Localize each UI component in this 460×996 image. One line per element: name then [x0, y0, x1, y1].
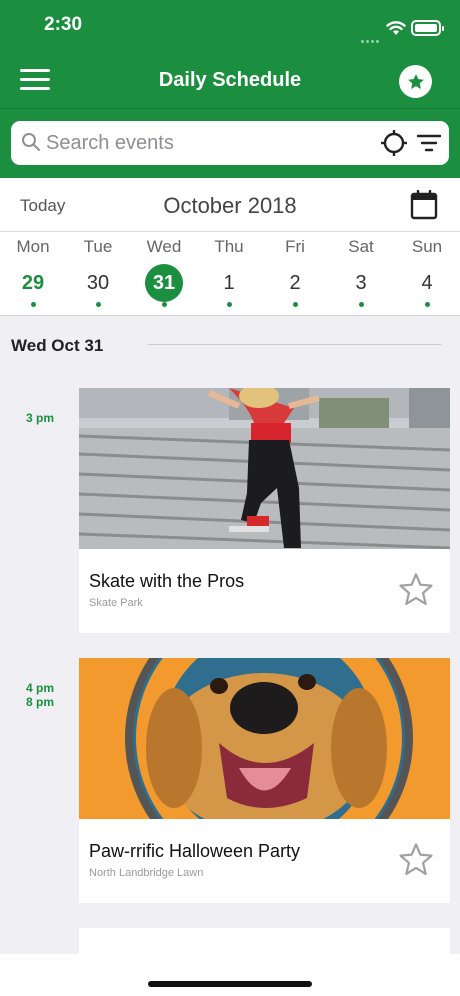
day-sun[interactable]: Sun 4 [394, 232, 460, 316]
favorite-star-icon[interactable] [397, 572, 435, 613]
day-mon[interactable]: Mon 29 [0, 232, 66, 316]
day-number: 4 [421, 272, 433, 294]
search-bar-container [0, 108, 460, 178]
event-dot [96, 302, 101, 307]
event-dot [162, 302, 167, 307]
search-icon [21, 132, 41, 157]
event-image-skateboarder [79, 388, 450, 549]
event-start-time: 4 pm [25, 681, 54, 695]
month-title: October 2018 [163, 193, 297, 218]
event-dot [425, 302, 430, 307]
event-dot [227, 302, 232, 307]
favorite-star-icon[interactable] [397, 842, 435, 883]
day-name: Thu [214, 237, 244, 256]
event-card[interactable]: Skate with the Pros Skate Park [79, 388, 450, 633]
event-dot [359, 302, 364, 307]
event-card[interactable]: Paw-rrific Halloween Party North Landbri… [79, 658, 450, 903]
event-start-time: 3 pm [25, 411, 54, 425]
home-indicator[interactable] [148, 981, 312, 987]
day-name: Sat [348, 237, 374, 256]
event-title: Skate with the Pros [89, 571, 245, 591]
event-dot [293, 302, 298, 307]
date-header: Wed Oct 31 [11, 336, 104, 355]
day-number: 3 [355, 272, 367, 294]
day-wed[interactable]: Wed 31 [131, 232, 197, 316]
home-bar [0, 954, 460, 996]
event-title: Paw-rrific Halloween Party [89, 841, 301, 861]
day-thu[interactable]: Thu 1 [196, 232, 262, 316]
search-input[interactable] [46, 127, 346, 159]
event-time: 4 pm 8 pm [20, 681, 60, 709]
event-location: North Landbridge Lawn [89, 867, 204, 879]
nav-bar: Daily Schedule [0, 52, 460, 108]
location-crosshair-icon[interactable] [380, 129, 408, 162]
day-number: 2 [289, 272, 301, 294]
signal-icon [361, 30, 383, 43]
day-number: 1 [223, 272, 235, 294]
wifi-icon [386, 20, 406, 41]
event-dot [31, 302, 36, 307]
event-image-dog [79, 658, 450, 819]
day-tue[interactable]: Tue 30 [65, 232, 131, 316]
divider [148, 344, 441, 345]
day-number: 30 [86, 272, 110, 294]
calendar-icon[interactable] [410, 189, 438, 225]
day-number-selected: 31 [145, 264, 183, 302]
day-name: Wed [146, 237, 182, 256]
day-number: 29 [21, 272, 45, 294]
event-end-time: 8 pm [25, 695, 54, 709]
month-bar: Today October 2018 [0, 178, 460, 232]
event-time: 3 pm [20, 411, 60, 425]
favorites-star-icon[interactable] [399, 65, 432, 98]
page-title: Daily Schedule [158, 69, 302, 91]
day-sat[interactable]: Sat 3 [328, 232, 394, 316]
search-box [11, 121, 449, 165]
event-location: Skate Park [89, 597, 143, 609]
status-time: 2:30 [44, 14, 83, 35]
filter-icon[interactable] [416, 133, 442, 158]
day-name: Fri [285, 237, 305, 256]
battery-icon [411, 20, 444, 36]
day-name: Tue [83, 237, 113, 256]
day-fri[interactable]: Fri 2 [262, 232, 328, 316]
status-bar: 2:30 [0, 0, 460, 52]
day-name: Mon [16, 237, 50, 256]
week-strip: Mon 29 Tue 30 Wed 31 Thu 1 Fri 2 Sat 3 S… [0, 232, 460, 316]
day-name: Sun [411, 237, 443, 256]
